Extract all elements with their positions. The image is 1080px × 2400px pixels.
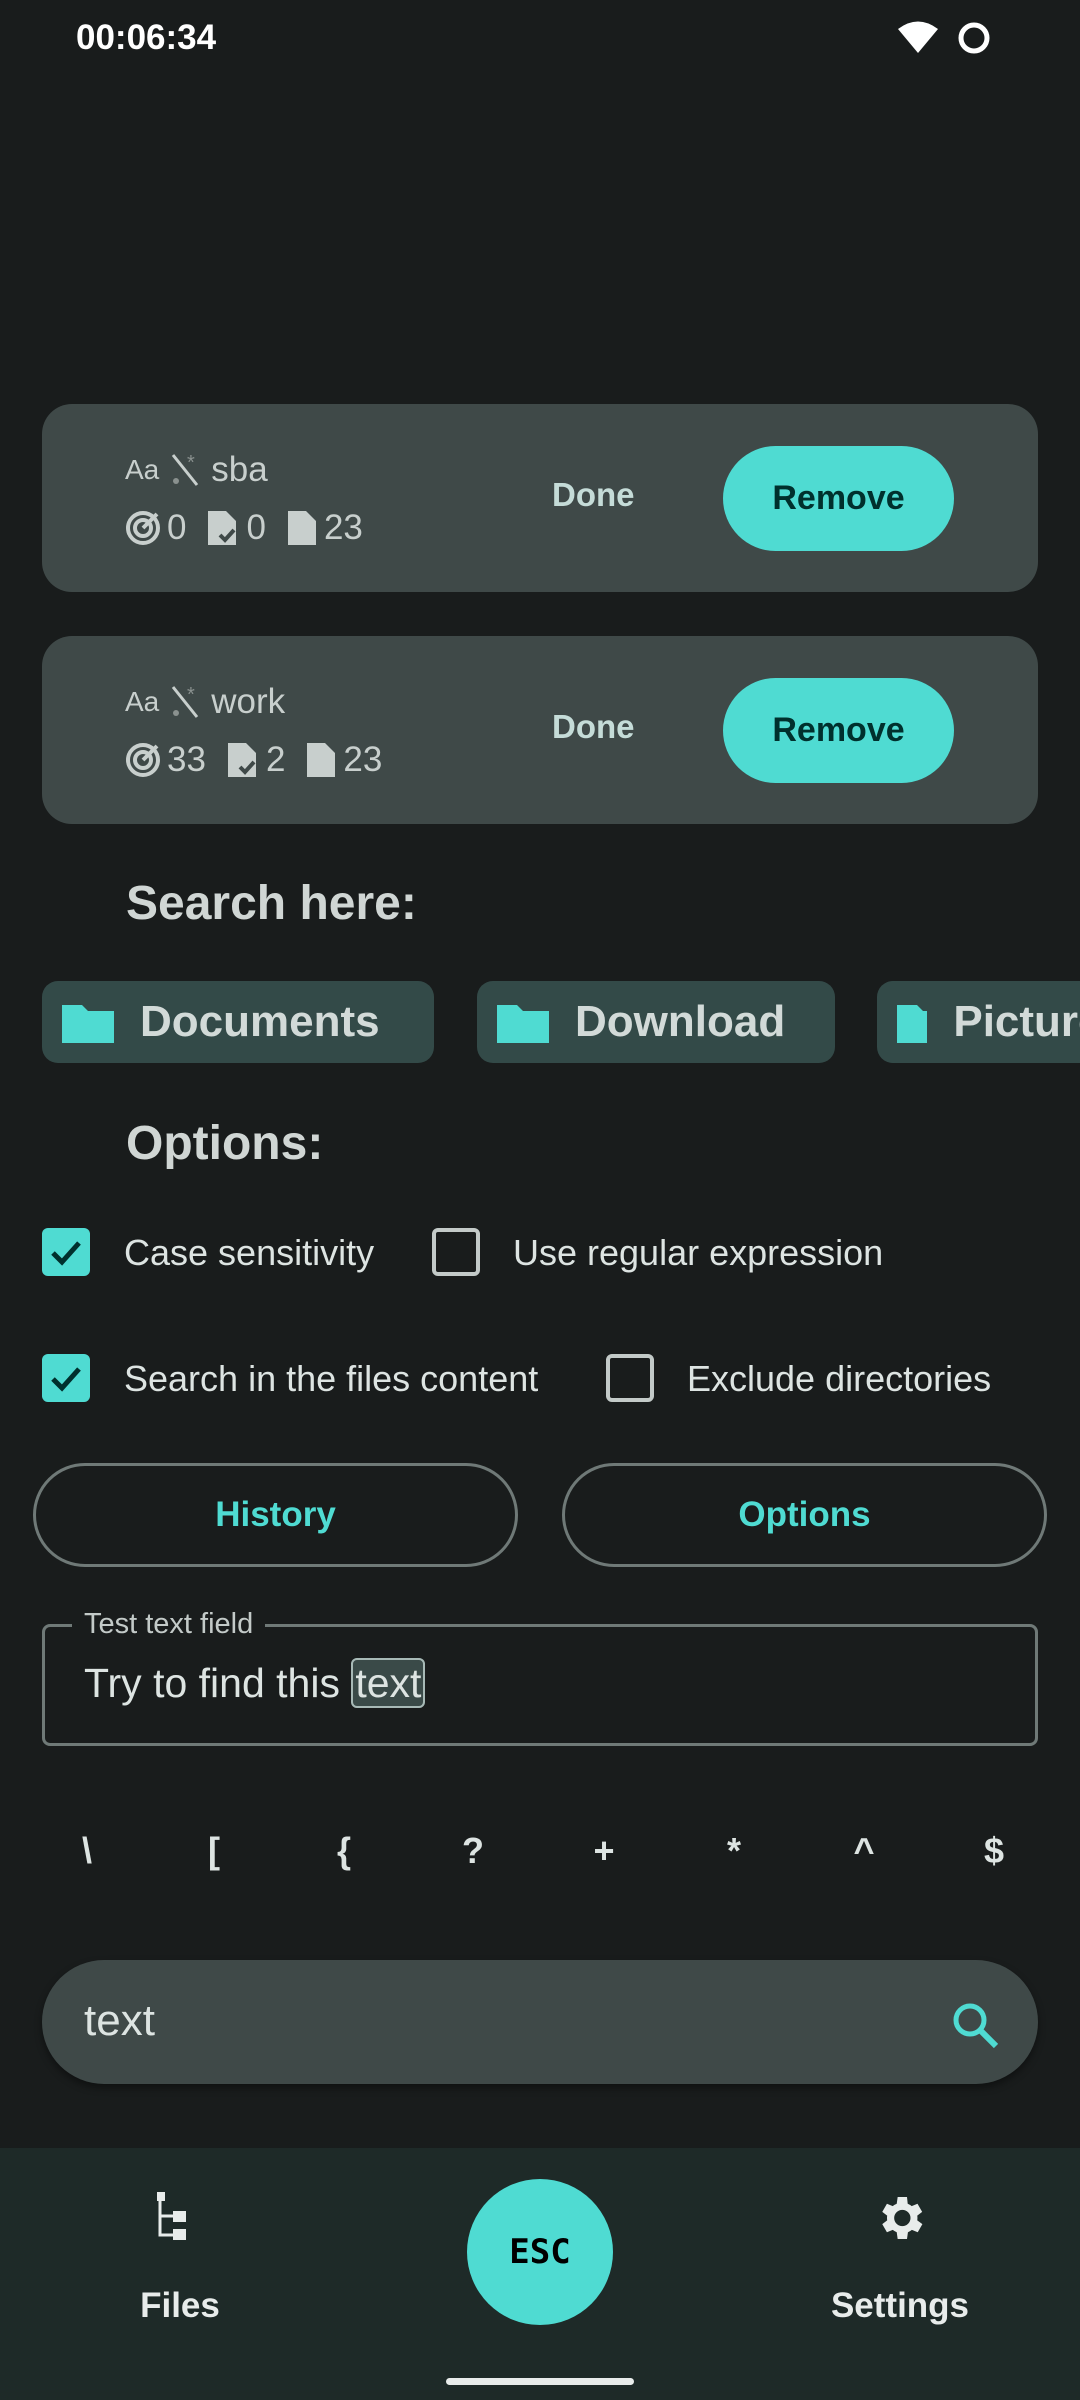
file-check-icon [227,743,256,777]
matches-count: 33 [167,740,206,779]
regex-checkbox[interactable] [432,1228,480,1276]
files-matched-count: 2 [265,740,286,779]
file-icon [287,511,316,545]
nav-files[interactable]: Files [80,2148,280,2368]
options-heading: Options: [126,1117,324,1170]
file-check-icon [208,511,237,545]
options-button[interactable]: Options [562,1463,1047,1567]
symbol-key[interactable]: \ [57,1830,117,1872]
symbol-key[interactable]: * [704,1830,764,1872]
done-button[interactable]: Done [552,476,635,514]
history-button[interactable]: History [33,1463,518,1567]
search-input[interactable]: text [42,1960,1038,2084]
checkbox-label: Use regular expression [513,1232,884,1273]
folder-label: Documents [140,997,380,1046]
symbol-key[interactable]: { [314,1830,374,1872]
search-query: work [211,682,286,721]
folder-icon [497,1005,549,1043]
symbol-key[interactable]: + [574,1830,634,1872]
remove-button[interactable]: Remove [723,446,954,551]
files-total-count: 23 [323,508,363,547]
files-matched-count: 0 [246,508,266,547]
exclude-directories-checkbox[interactable] [606,1354,654,1402]
done-button[interactable]: Done [552,708,635,746]
svg-text:*: * [187,685,195,706]
check-icon [51,1241,81,1266]
test-field-text[interactable]: Try to find this text [84,1658,426,1708]
check-icon [51,1367,81,1392]
folder-icon [62,1005,114,1043]
home-indicator[interactable] [446,2378,634,2385]
nav-files-label: Files [140,2286,220,2325]
files-content-checkbox[interactable] [42,1354,90,1402]
svg-text:*: * [187,453,195,474]
checkbox-label: Case sensitivity [124,1232,375,1273]
remove-button[interactable]: Remove [723,678,954,783]
folder-chip-pictures[interactable]: Pictures [877,981,1080,1063]
search-query: sba [211,450,268,489]
folder-label: Pictures [953,997,1080,1046]
esc-button[interactable]: ESC [467,2179,613,2325]
search-here-heading: Search here: [126,877,417,930]
test-field-label: Test text field [72,1608,266,1641]
folder-label: Download [575,997,786,1046]
case-sensitivity-checkbox[interactable] [42,1228,90,1276]
symbol-key[interactable]: $ [964,1830,1024,1872]
target-icon [126,743,160,777]
file-icon [307,743,336,777]
checkbox-label: Exclude directories [687,1358,992,1399]
status-time: 00:06:34 [76,18,217,57]
file-tree-icon [157,2192,186,2240]
symbol-key[interactable]: ? [443,1830,503,1872]
case-icon: Aa [125,454,160,485]
search-icon[interactable] [950,2000,1000,2050]
match-highlight: text [351,1658,426,1708]
folder-chip-download[interactable]: Download [477,981,835,1063]
test-text: Try to find this [84,1660,352,1706]
folder-icon [897,1005,928,1043]
symbol-key[interactable]: ^ [834,1830,894,1872]
matches-count: 0 [167,508,187,547]
target-icon [126,511,160,545]
search-value: text [84,1996,155,2045]
gear-icon [882,2197,923,2239]
search-card: Aa * sba 0 0 23 Done Remove [42,404,1038,592]
files-total-count: 23 [343,740,383,779]
loading-ring-icon [958,22,990,54]
case-icon: Aa [125,686,160,717]
folder-chip-documents[interactable]: Documents [42,981,434,1063]
wifi-icon [898,21,938,53]
nav-settings[interactable]: Settings [800,2148,1000,2368]
search-card: Aa * work 33 2 23 Done Remove [42,636,1038,824]
symbol-key[interactable]: [ [184,1830,244,1872]
regex-off-icon: * [172,685,199,718]
nav-settings-label: Settings [830,2286,970,2325]
regex-off-icon: * [172,453,199,486]
checkbox-label: Search in the files content [124,1358,539,1399]
